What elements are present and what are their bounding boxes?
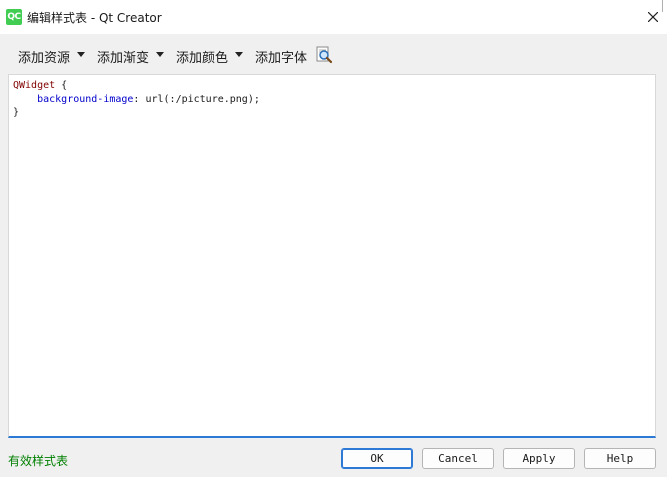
add-gradient-button[interactable]: 添加渐变	[97, 47, 149, 66]
add-color-dropdown-icon[interactable]	[235, 52, 243, 57]
help-button[interactable]: Help	[584, 448, 656, 469]
add-font-button[interactable]: 添加字体	[255, 47, 307, 66]
cancel-button[interactable]: Cancel	[422, 448, 494, 469]
close-button[interactable]	[640, 5, 666, 29]
code-line: QWidget {	[13, 79, 655, 93]
code-brace: }	[13, 107, 20, 118]
add-color-button[interactable]: 添加颜色	[176, 47, 228, 66]
code-selector: QWidget	[13, 80, 56, 91]
magnifier-page-icon[interactable]	[315, 46, 333, 64]
stylesheet-dialog: QC 编辑样式表 - Qt Creator 添加资源 添加渐变 添加颜色 添加字…	[0, 0, 667, 477]
apply-button[interactable]: Apply	[503, 448, 575, 469]
code-line: }	[13, 106, 655, 120]
stylesheet-editor[interactable]: QWidget { background-image: url(:/pictur…	[8, 74, 656, 438]
ok-button[interactable]: OK	[341, 448, 413, 469]
close-icon	[648, 12, 658, 22]
code-value: url(:/picture.png);	[145, 93, 260, 105]
code-line: background-image: url(:/picture.png);	[13, 93, 655, 107]
add-resource-button[interactable]: 添加资源	[18, 47, 70, 66]
title-bar: QC 编辑样式表 - Qt Creator	[0, 0, 667, 34]
code-separator: :	[133, 93, 146, 105]
stylesheet-validity-status: 有效样式表	[8, 454, 69, 468]
code-brace: {	[55, 80, 68, 91]
code-property: background-image	[37, 93, 134, 105]
qt-creator-app-icon: QC	[6, 9, 22, 25]
add-resource-dropdown-icon[interactable]	[77, 52, 85, 57]
window-title: 编辑样式表 - Qt Creator	[27, 11, 162, 25]
add-gradient-dropdown-icon[interactable]	[156, 52, 164, 57]
toolbar: 添加资源 添加渐变 添加颜色 添加字体	[0, 40, 667, 72]
